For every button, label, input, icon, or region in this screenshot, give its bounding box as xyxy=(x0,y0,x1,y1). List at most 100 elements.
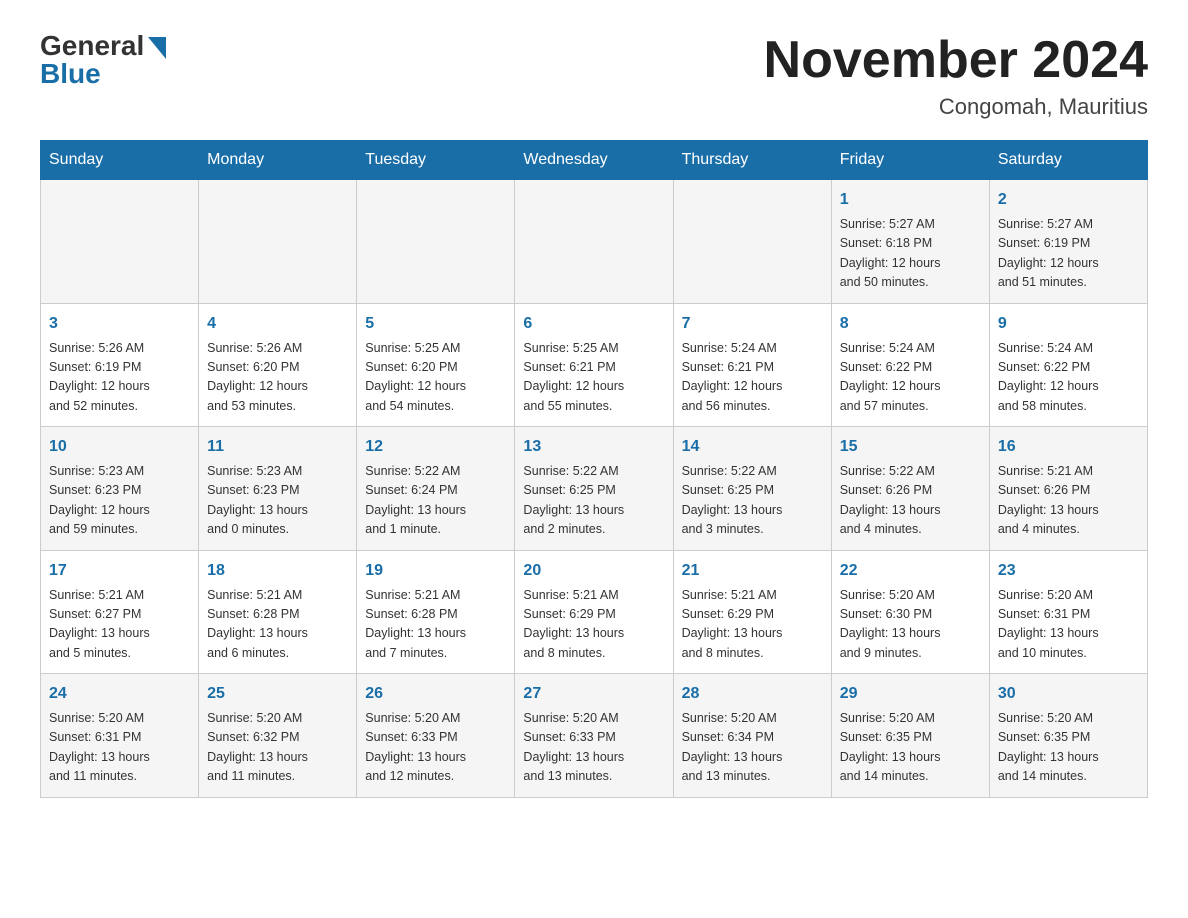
day-info: Sunrise: 5:21 AM Sunset: 6:28 PM Dayligh… xyxy=(365,586,506,664)
weekday-header-wednesday: Wednesday xyxy=(515,141,673,180)
month-year-title: November 2024 xyxy=(764,30,1148,90)
calendar-cell: 1 Sunrise: 5:27 AM Sunset: 6:18 PM Daylig… xyxy=(831,180,989,304)
day-info: Sunrise: 5:23 AM Sunset: 6:23 PM Dayligh… xyxy=(207,462,348,540)
calendar-cell: 5Sunrise: 5:25 AM Sunset: 6:20 PM Daylig… xyxy=(357,303,515,427)
weekday-header-tuesday: Tuesday xyxy=(357,141,515,180)
day-info: Sunrise: 5:22 AM Sunset: 6:25 PM Dayligh… xyxy=(523,462,664,540)
calendar-cell: 29 Sunrise: 5:20 AM Sunset: 6:35 PM Dayli… xyxy=(831,674,989,798)
day-info: Sunrise: 5:22 AM Sunset: 6:25 PM Dayligh… xyxy=(682,462,823,540)
day-info: Sunrise: 5:21 AM Sunset: 6:28 PM Dayligh… xyxy=(207,586,348,664)
calendar-cell: 30Sunrise: 5:20 AM Sunset: 6:35 PM Dayli… xyxy=(989,674,1147,798)
calendar-cell: 8 Sunrise: 5:24 AM Sunset: 6:22 PM Daylig… xyxy=(831,303,989,427)
weekday-header-saturday: Saturday xyxy=(989,141,1147,180)
day-number: 6 xyxy=(523,312,664,336)
day-number: 5 xyxy=(365,312,506,336)
calendar-cell: 12 Sunrise: 5:22 AM Sunset: 6:24 PM Dayli… xyxy=(357,427,515,551)
calendar-cell xyxy=(41,180,199,304)
day-number: 27 xyxy=(523,682,664,706)
day-info: Sunrise: 5:20 AM Sunset: 6:31 PM Dayligh… xyxy=(998,586,1139,664)
day-number: 17 xyxy=(49,559,190,583)
day-number: 9 xyxy=(998,312,1139,336)
calendar-cell: 15 Sunrise: 5:22 AM Sunset: 6:26 PM Dayli… xyxy=(831,427,989,551)
calendar-cell xyxy=(199,180,357,304)
day-info: Sunrise: 5:24 AM Sunset: 6:22 PM Dayligh… xyxy=(840,339,981,417)
title-section: November 2024 Congomah, Mauritius xyxy=(764,30,1148,120)
day-number: 15 xyxy=(840,435,981,459)
header: General Blue November 2024 Congomah, Mau… xyxy=(40,30,1148,120)
location-subtitle: Congomah, Mauritius xyxy=(764,94,1148,120)
day-number: 22 xyxy=(840,559,981,583)
calendar-cell: 14 Sunrise: 5:22 AM Sunset: 6:25 PM Dayli… xyxy=(673,427,831,551)
day-info: Sunrise: 5:22 AM Sunset: 6:26 PM Dayligh… xyxy=(840,462,981,540)
calendar-cell: 3Sunrise: 5:26 AM Sunset: 6:19 PM Daylig… xyxy=(41,303,199,427)
day-number: 11 xyxy=(207,435,348,459)
calendar-cell: 27 Sunrise: 5:20 AM Sunset: 6:33 PM Dayli… xyxy=(515,674,673,798)
calendar-cell xyxy=(357,180,515,304)
day-info: Sunrise: 5:20 AM Sunset: 6:33 PM Dayligh… xyxy=(523,709,664,787)
day-info: Sunrise: 5:21 AM Sunset: 6:26 PM Dayligh… xyxy=(998,462,1139,540)
calendar-cell xyxy=(515,180,673,304)
day-info: Sunrise: 5:20 AM Sunset: 6:34 PM Dayligh… xyxy=(682,709,823,787)
calendar-cell: 7 Sunrise: 5:24 AM Sunset: 6:21 PM Daylig… xyxy=(673,303,831,427)
day-info: Sunrise: 5:24 AM Sunset: 6:21 PM Dayligh… xyxy=(682,339,823,417)
week-row-3: 10Sunrise: 5:23 AM Sunset: 6:23 PM Dayli… xyxy=(41,427,1148,551)
day-info: Sunrise: 5:27 AM Sunset: 6:19 PM Dayligh… xyxy=(998,215,1139,293)
day-number: 25 xyxy=(207,682,348,706)
calendar-cell: 21 Sunrise: 5:21 AM Sunset: 6:29 PM Dayli… xyxy=(673,550,831,674)
day-info: Sunrise: 5:21 AM Sunset: 6:29 PM Dayligh… xyxy=(682,586,823,664)
day-info: Sunrise: 5:24 AM Sunset: 6:22 PM Dayligh… xyxy=(998,339,1139,417)
week-row-4: 17 Sunrise: 5:21 AM Sunset: 6:27 PM Dayli… xyxy=(41,550,1148,674)
day-number: 24 xyxy=(49,682,190,706)
calendar-cell: 26 Sunrise: 5:20 AM Sunset: 6:33 PM Dayli… xyxy=(357,674,515,798)
calendar-cell: 28 Sunrise: 5:20 AM Sunset: 6:34 PM Dayli… xyxy=(673,674,831,798)
day-number: 8 xyxy=(840,312,981,336)
calendar-cell: 16 Sunrise: 5:21 AM Sunset: 6:26 PM Dayli… xyxy=(989,427,1147,551)
weekday-header-monday: Monday xyxy=(199,141,357,180)
day-number: 2 xyxy=(998,188,1139,212)
calendar-cell: 25Sunrise: 5:20 AM Sunset: 6:32 PM Dayli… xyxy=(199,674,357,798)
day-info: Sunrise: 5:22 AM Sunset: 6:24 PM Dayligh… xyxy=(365,462,506,540)
day-number: 23 xyxy=(998,559,1139,583)
day-number: 7 xyxy=(682,312,823,336)
logo: General Blue xyxy=(40,30,166,90)
day-info: Sunrise: 5:26 AM Sunset: 6:19 PM Dayligh… xyxy=(49,339,190,417)
calendar-cell: 10Sunrise: 5:23 AM Sunset: 6:23 PM Dayli… xyxy=(41,427,199,551)
calendar-cell: 6 Sunrise: 5:25 AM Sunset: 6:21 PM Daylig… xyxy=(515,303,673,427)
day-info: Sunrise: 5:20 AM Sunset: 6:35 PM Dayligh… xyxy=(840,709,981,787)
logo-blue-text: Blue xyxy=(40,58,101,90)
day-number: 12 xyxy=(365,435,506,459)
calendar-cell xyxy=(673,180,831,304)
day-number: 16 xyxy=(998,435,1139,459)
calendar-cell: 4Sunrise: 5:26 AM Sunset: 6:20 PM Daylig… xyxy=(199,303,357,427)
calendar-cell: 22 Sunrise: 5:20 AM Sunset: 6:30 PM Dayli… xyxy=(831,550,989,674)
weekday-header-thursday: Thursday xyxy=(673,141,831,180)
day-info: Sunrise: 5:20 AM Sunset: 6:31 PM Dayligh… xyxy=(49,709,190,787)
day-info: Sunrise: 5:21 AM Sunset: 6:27 PM Dayligh… xyxy=(49,586,190,664)
day-number: 28 xyxy=(682,682,823,706)
calendar-cell: 18 Sunrise: 5:21 AM Sunset: 6:28 PM Dayli… xyxy=(199,550,357,674)
weekday-header-row: SundayMondayTuesdayWednesdayThursdayFrid… xyxy=(41,141,1148,180)
day-number: 19 xyxy=(365,559,506,583)
day-number: 14 xyxy=(682,435,823,459)
day-info: Sunrise: 5:25 AM Sunset: 6:21 PM Dayligh… xyxy=(523,339,664,417)
day-number: 29 xyxy=(840,682,981,706)
calendar-table: SundayMondayTuesdayWednesdayThursdayFrid… xyxy=(40,140,1148,798)
day-info: Sunrise: 5:20 AM Sunset: 6:33 PM Dayligh… xyxy=(365,709,506,787)
calendar-cell: 2 Sunrise: 5:27 AM Sunset: 6:19 PM Daylig… xyxy=(989,180,1147,304)
day-info: Sunrise: 5:20 AM Sunset: 6:30 PM Dayligh… xyxy=(840,586,981,664)
day-info: Sunrise: 5:20 AM Sunset: 6:35 PM Dayligh… xyxy=(998,709,1139,787)
day-number: 13 xyxy=(523,435,664,459)
day-number: 20 xyxy=(523,559,664,583)
calendar-cell: 11 Sunrise: 5:23 AM Sunset: 6:23 PM Dayli… xyxy=(199,427,357,551)
calendar-cell: 19 Sunrise: 5:21 AM Sunset: 6:28 PM Dayli… xyxy=(357,550,515,674)
day-number: 18 xyxy=(207,559,348,583)
calendar-cell: 13 Sunrise: 5:22 AM Sunset: 6:25 PM Dayli… xyxy=(515,427,673,551)
day-number: 1 xyxy=(840,188,981,212)
calendar-cell: 17 Sunrise: 5:21 AM Sunset: 6:27 PM Dayli… xyxy=(41,550,199,674)
day-number: 4 xyxy=(207,312,348,336)
day-info: Sunrise: 5:27 AM Sunset: 6:18 PM Dayligh… xyxy=(840,215,981,293)
weekday-header-friday: Friday xyxy=(831,141,989,180)
calendar-cell: 20Sunrise: 5:21 AM Sunset: 6:29 PM Dayli… xyxy=(515,550,673,674)
day-number: 26 xyxy=(365,682,506,706)
day-number: 21 xyxy=(682,559,823,583)
